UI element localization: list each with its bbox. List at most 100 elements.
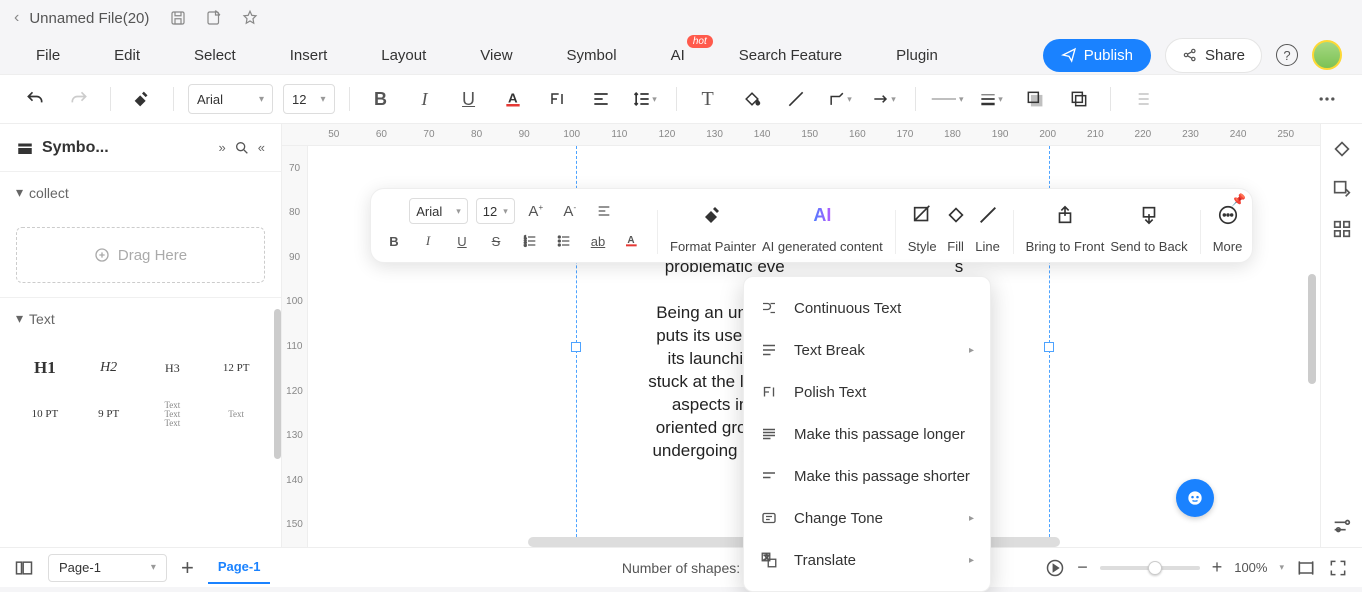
zoom-out-icon[interactable]: − <box>1077 557 1088 578</box>
float-bold-icon[interactable]: B <box>381 228 407 254</box>
float-underline-icon[interactable]: U <box>449 228 475 254</box>
text-item-h2[interactable]: H2 <box>80 349 138 387</box>
help-icon[interactable]: ? <box>1276 44 1298 66</box>
text-item-9pt[interactable]: 9 PT <box>80 395 138 433</box>
ai-menu-text-break[interactable]: Text Break▸ <box>744 329 990 371</box>
menu-select[interactable]: Select <box>194 47 236 64</box>
zoom-slider[interactable] <box>1100 566 1200 570</box>
align-icon[interactable] <box>584 82 618 116</box>
line-spacing-icon[interactable]: ▾ <box>628 82 662 116</box>
line-style-icon[interactable]: ▾ <box>930 82 964 116</box>
menu-view[interactable]: View <box>480 47 512 64</box>
undo-icon[interactable] <box>18 82 52 116</box>
format-painter-icon[interactable] <box>125 82 159 116</box>
bring-to-front-icon[interactable] <box>1052 197 1078 233</box>
text-case-icon[interactable] <box>540 82 574 116</box>
ai-generated-content-button[interactable]: AI <box>802 197 842 233</box>
fullscreen-icon[interactable] <box>1328 558 1348 578</box>
selection-handle-left[interactable] <box>571 342 581 352</box>
float-bullet-list-icon[interactable] <box>551 228 577 254</box>
float-font-select[interactable]: Arial▾ <box>409 198 468 224</box>
ai-menu-polish-text[interactable]: Polish Text <box>744 371 990 413</box>
ai-menu-continuous-text[interactable]: Continuous Text <box>744 287 990 329</box>
selection-handle-right[interactable] <box>1044 342 1054 352</box>
underline-icon[interactable]: U <box>452 82 486 116</box>
menu-ai[interactable]: AIhot <box>671 47 685 64</box>
menu-search-feature[interactable]: Search Feature <box>739 47 842 64</box>
layers-icon[interactable] <box>1062 82 1096 116</box>
ai-menu-make-shorter[interactable]: Make this passage shorter <box>744 455 990 497</box>
expand-icon[interactable]: » <box>219 140 226 155</box>
shape-export-icon[interactable] <box>1331 178 1353 200</box>
more-icon[interactable] <box>1310 82 1344 116</box>
italic-icon[interactable]: I <box>408 82 442 116</box>
outline-view-icon[interactable] <box>14 558 34 578</box>
pin-icon[interactable]: 📌 <box>1231 193 1246 207</box>
page-select[interactable]: Page-1▾ <box>48 554 167 582</box>
fill-color-icon[interactable] <box>735 82 769 116</box>
search-icon[interactable] <box>234 140 250 156</box>
float-clear-format-icon[interactable]: ab <box>585 228 611 254</box>
bold-icon[interactable]: B <box>364 82 398 116</box>
float-italic-icon[interactable]: I <box>415 228 441 254</box>
zoom-in-icon[interactable]: + <box>1212 557 1223 578</box>
export-icon[interactable] <box>205 9 223 27</box>
shadow-icon[interactable] <box>1018 82 1052 116</box>
menu-layout[interactable]: Layout <box>381 47 426 64</box>
presentation-icon[interactable] <box>1045 558 1065 578</box>
text-item-h3[interactable]: H3 <box>144 349 202 387</box>
avatar[interactable] <box>1312 40 1342 70</box>
list-icon[interactable] <box>1125 82 1159 116</box>
menu-edit[interactable]: Edit <box>114 47 140 64</box>
float-align-icon[interactable] <box>591 198 617 224</box>
send-to-back-icon[interactable] <box>1136 197 1162 233</box>
share-button[interactable]: Share <box>1165 38 1262 73</box>
ai-menu-change-tone[interactable]: Change Tone▸ <box>744 497 990 539</box>
line-weight-icon[interactable]: ▾ <box>974 82 1008 116</box>
ai-menu-make-longer[interactable]: Make this passage longer <box>744 413 990 455</box>
publish-button[interactable]: Publish <box>1043 39 1151 72</box>
menu-plugin[interactable]: Plugin <box>896 47 938 64</box>
float-strike-icon[interactable]: S <box>483 228 509 254</box>
text-item-h1[interactable]: H1 <box>16 349 74 387</box>
menu-symbol[interactable]: Symbol <box>567 47 617 64</box>
float-size-select[interactable]: 12▾ <box>476 198 515 224</box>
text-item-multi[interactable]: Text Text Text <box>144 395 202 433</box>
arrow-style-icon[interactable]: ▾ <box>867 82 901 116</box>
menu-insert[interactable]: Insert <box>290 47 328 64</box>
font-color-icon[interactable]: A <box>496 82 530 116</box>
theme-icon[interactable] <box>1331 138 1353 160</box>
redo-icon[interactable] <box>62 82 96 116</box>
text-item-12pt[interactable]: 12 PT <box>207 349 265 387</box>
font-size-select[interactable]: 12▾ <box>283 84 335 114</box>
float-fill-icon[interactable] <box>943 197 969 233</box>
sidebar-scrollbar[interactable] <box>274 309 281 459</box>
collapse-sidebar-icon[interactable]: « <box>258 140 265 155</box>
page-tab-1[interactable]: Page-1 <box>208 551 271 584</box>
ai-menu-translate[interactable]: 文Translate▸ <box>744 539 990 581</box>
text-item-10pt[interactable]: 10 PT <box>16 395 74 433</box>
decrease-font-icon[interactable]: A- <box>557 198 583 224</box>
connector-icon[interactable]: ▾ <box>823 82 857 116</box>
fit-width-icon[interactable] <box>1296 558 1316 578</box>
increase-font-icon[interactable]: A+ <box>523 198 549 224</box>
zoom-value[interactable]: 100% <box>1234 560 1267 575</box>
float-line-icon[interactable] <box>975 197 1001 233</box>
text-tool-icon[interactable]: T <box>691 82 725 116</box>
menu-file[interactable]: File <box>36 47 60 64</box>
float-font-color-icon[interactable]: A <box>619 228 645 254</box>
chat-bubble-icon[interactable] <box>1176 479 1214 517</box>
section-text[interactable]: ▾Text <box>16 310 265 327</box>
font-select[interactable]: Arial▾ <box>188 84 273 114</box>
section-collect[interactable]: ▾collect <box>16 184 265 201</box>
back-icon[interactable]: ‹ <box>14 9 19 27</box>
grid-icon[interactable] <box>1331 218 1353 240</box>
settings-toggle-icon[interactable] <box>1331 515 1353 537</box>
float-style-icon[interactable] <box>909 197 935 233</box>
star-icon[interactable] <box>241 9 259 27</box>
canvas-v-scrollbar[interactable] <box>1308 274 1316 384</box>
add-page-button[interactable]: + <box>181 555 194 581</box>
text-item-small[interactable]: Text <box>207 395 265 433</box>
save-icon[interactable] <box>169 9 187 27</box>
drag-here-zone[interactable]: Drag Here <box>16 227 265 283</box>
